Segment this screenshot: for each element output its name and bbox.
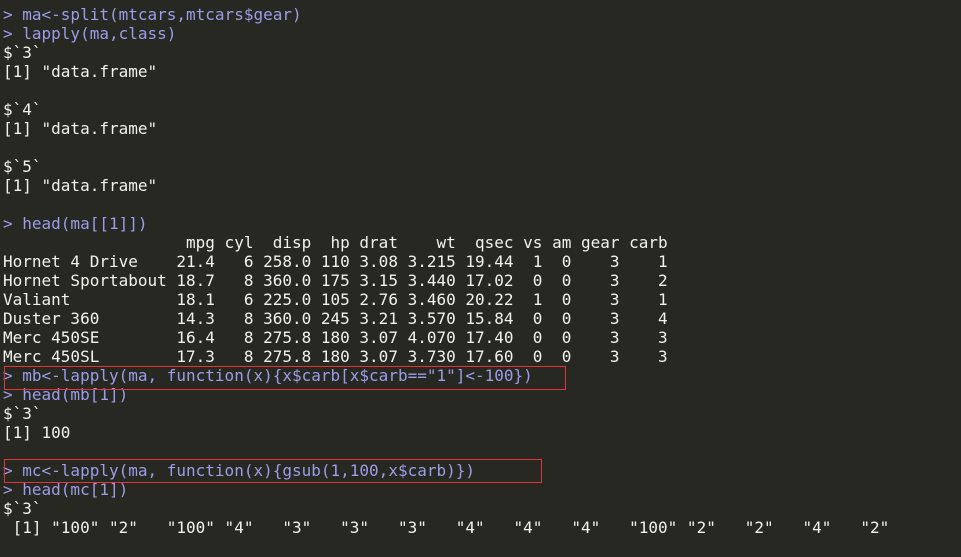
table-row: Valiant 18.1 6 225.0 105 2.76 3.460 20.2…: [3, 290, 668, 309]
table-row: Merc 450SL 17.3 8 275.8 180 3.07 3.730 1…: [3, 347, 668, 366]
console-line-4: [1] "data.frame": [3, 62, 158, 81]
table-row: Hornet 4 Drive 21.4 6 258.0 110 3.08 3.2…: [3, 252, 668, 271]
console-line-8: [0, 138, 961, 157]
console-line-3: $`3`: [3, 43, 42, 62]
table-header: mpg cyl disp hp drat wt qsec vs am gear …: [3, 233, 668, 252]
console-line-25: > mc<-lapply(ma, function(x){gsub(1,100,…: [3, 461, 476, 480]
console-line-2: > lapply(ma,class): [3, 24, 177, 43]
console-line-6: $`4`: [3, 100, 42, 119]
console-line-24: [0, 442, 961, 461]
console-line-22: $`3`: [3, 404, 42, 423]
console-line-23: [1] 100: [3, 423, 71, 442]
console-line-1: > ma<-split(mtcars,mtcars$gear): [3, 5, 302, 24]
console-line-20: > mb<-lapply(ma, function(x){x$carb[x$ca…: [3, 366, 533, 385]
console-line-5: [0, 81, 961, 100]
table-row: Merc 450SE 16.4 8 275.8 180 3.07 4.070 1…: [3, 328, 668, 347]
console-line-21: > head(mb[1]): [3, 385, 129, 404]
console-line-26: > head(mc[1]): [3, 480, 129, 499]
table-row: Hornet Sportabout 18.7 8 360.0 175 3.15 …: [3, 271, 668, 290]
console-line-10: [1] "data.frame": [3, 176, 158, 195]
console-line-12: > head(ma[[1]]): [3, 214, 148, 233]
console-line-28: [1] "100" "2" "100" "4" "3" "3" "3" "4" …: [3, 518, 890, 537]
console-line-11: [0, 195, 961, 214]
console-line-27: $`3`: [3, 499, 42, 518]
table-row: Duster 360 14.3 8 360.0 245 3.21 3.570 1…: [3, 309, 668, 328]
console-line-9: $`5`: [3, 157, 42, 176]
console-line-7: [1] "data.frame": [3, 119, 158, 138]
r-console[interactable]: > ma<-split(mtcars,mtcars$gear) > lapply…: [0, 0, 961, 557]
